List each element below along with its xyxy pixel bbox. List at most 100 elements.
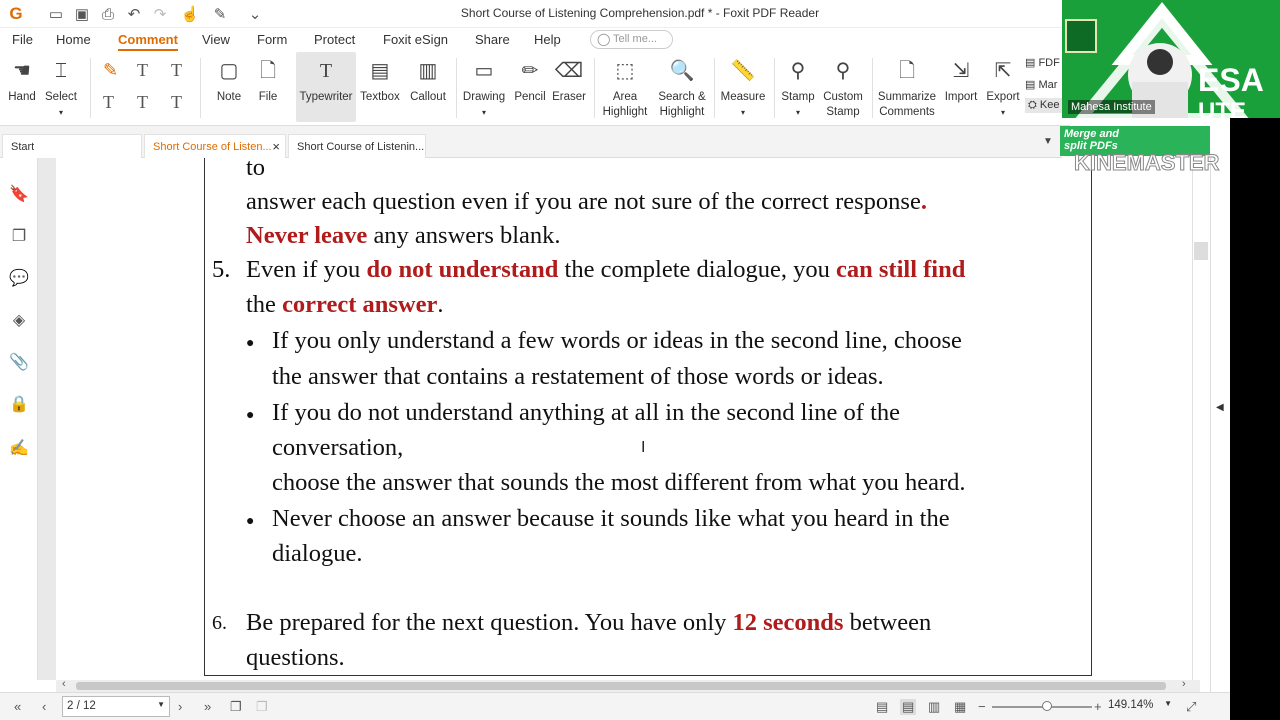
bookmark-icon[interactable]: 🔖: [9, 184, 29, 204]
menu-protect[interactable]: Protect: [314, 32, 355, 47]
close-tab-icon[interactable]: ×: [272, 139, 280, 154]
menu-comment[interactable]: Comment: [118, 32, 178, 51]
scroll-left-icon[interactable]: ‹: [62, 678, 66, 690]
ribbon-separator: [714, 58, 715, 118]
area-highlight-button[interactable]: ⬚ Area Highlight: [598, 52, 652, 122]
window-title: Short Course of Listening Comprehension.…: [460, 6, 820, 20]
navigation-panel: 🔖 ❐ 💬 ◈ 📎 🔒 ✍ ▶: [0, 158, 46, 680]
fit-page-icon[interactable]: ⤢: [1186, 699, 1196, 715]
callout-button[interactable]: ▥ Callout: [406, 52, 450, 122]
last-page-icon[interactable]: »: [204, 699, 211, 714]
next-page-icon[interactable]: ›: [178, 699, 182, 714]
search-highlight-button[interactable]: 🔍 Search & Highlight: [654, 52, 710, 122]
stamp-icon: ⚲: [790, 59, 806, 82]
replace-text-icon[interactable]: T: [137, 92, 148, 113]
note-button[interactable]: ▢ Note: [210, 52, 248, 122]
continuous-view-icon[interactable]: ▤: [900, 699, 917, 715]
doc-line: Even if you do not understand the comple…: [246, 256, 966, 283]
continuous-facing-view-icon[interactable]: ▦: [954, 699, 966, 715]
bullet-icon: ●: [246, 512, 255, 528]
markup-menu-item[interactable]: ▤ Mar: [1025, 78, 1057, 91]
zoom-level-dropdown[interactable]: 149.14% ▼: [1104, 696, 1180, 717]
copy-page-icon[interactable]: ❐: [230, 699, 242, 715]
single-page-view-icon[interactable]: ▤: [876, 699, 888, 715]
fdf-menu-item[interactable]: ▤ FDF: [1025, 56, 1060, 69]
tell-me-search[interactable]: ◯ Tell me...: [590, 30, 673, 49]
ribbon-separator: [594, 58, 595, 118]
redo-icon[interactable]: ↷: [150, 4, 170, 24]
keep-tool-selected-item[interactable]: ⛭ Kee: [1025, 98, 1063, 113]
open-folder-icon[interactable]: ▭: [46, 4, 66, 24]
file-icon: 🗋: [259, 59, 277, 82]
eraser-button[interactable]: ⌫ Eraser: [550, 52, 588, 122]
pen-quick-icon[interactable]: ✎: [210, 4, 230, 24]
collapse-right-panel-icon[interactable]: ◀: [1216, 402, 1224, 413]
measure-button[interactable]: 📏 Measure ▾: [718, 52, 768, 122]
stamp-button[interactable]: ⚲ Stamp ▾: [778, 52, 818, 122]
document-viewer[interactable]: to answer each question even if you are …: [38, 158, 1200, 680]
paste-page-icon[interactable]: ❐: [256, 699, 268, 715]
layers-icon[interactable]: ◈: [9, 310, 29, 330]
menu-foxit-esign[interactable]: Foxit eSign: [383, 32, 448, 47]
drawing-button[interactable]: ▭ Drawing ▾: [460, 52, 508, 122]
summarize-comments-button[interactable]: 🗋 Summarize Comments: [876, 52, 938, 122]
doc-line: If you do not understand anything at all…: [272, 399, 901, 426]
custom-stamp-button[interactable]: ⚲ Custom Stamp: [818, 52, 868, 122]
list-number: 5.: [212, 256, 231, 283]
attachments-icon[interactable]: 📎: [9, 352, 29, 372]
previous-page-icon[interactable]: ‹: [42, 699, 46, 714]
signature-icon[interactable]: ✍: [9, 438, 29, 458]
menu-file[interactable]: File: [12, 32, 33, 47]
page-number-input[interactable]: 2 / 12 ▼: [62, 696, 170, 717]
import-button[interactable]: ⇲ Import: [940, 52, 982, 122]
hand-tool-button[interactable]: ☚ Hand: [4, 52, 40, 122]
facing-view-icon[interactable]: ▥: [928, 699, 940, 715]
menu-share[interactable]: Share: [475, 32, 510, 47]
highlight-text-icon[interactable]: ✎: [103, 60, 118, 81]
tab-document-active[interactable]: Short Course of Listen... ×: [144, 134, 286, 158]
tab-list-dropdown-icon[interactable]: ▼: [1043, 136, 1053, 147]
scroll-right-icon[interactable]: ›: [1182, 678, 1186, 690]
pencil-button[interactable]: ✏ Pencil: [510, 52, 550, 122]
vertical-scroll-thumb[interactable]: [1194, 242, 1208, 260]
vertical-scrollbar[interactable]: [1192, 158, 1210, 680]
hand-tool-quick-icon[interactable]: ☝: [180, 4, 200, 24]
webcam-overlay: ESA UTE Mahesa Institute: [1062, 0, 1280, 118]
menu-form[interactable]: Form: [257, 32, 287, 47]
right-panel-toggle: ◀: [1210, 158, 1230, 692]
menu-home[interactable]: Home: [56, 32, 91, 47]
textbox-button[interactable]: ▤ Textbox: [358, 52, 402, 122]
security-lock-icon[interactable]: 🔒: [9, 394, 29, 414]
save-icon[interactable]: ▣: [72, 4, 92, 24]
print-icon[interactable]: ⎙: [98, 4, 118, 24]
export-button[interactable]: ⇱ Export ▾: [984, 52, 1022, 122]
underline-text-icon[interactable]: T: [137, 60, 148, 81]
doc-line: questions.: [246, 644, 345, 671]
file-attachment-button[interactable]: 🗋 File: [250, 52, 286, 122]
first-page-icon[interactable]: «: [14, 699, 21, 714]
typewriter-button[interactable]: T Typewriter: [296, 52, 356, 122]
comments-icon[interactable]: 💬: [9, 268, 29, 288]
menu-view[interactable]: View: [202, 32, 230, 47]
undo-icon[interactable]: ↶: [124, 4, 144, 24]
bullet-icon: ●: [246, 406, 255, 422]
zoom-in-icon[interactable]: +: [1094, 699, 1102, 714]
select-tool-button[interactable]: ⌶ Select ▾: [42, 52, 80, 122]
zoom-out-icon[interactable]: −: [978, 699, 986, 714]
textbox-icon: ▤: [370, 59, 390, 82]
import-icon: ⇲: [952, 59, 970, 82]
hand-icon: ☚: [13, 59, 31, 82]
customize-quick-access-icon[interactable]: ⌄: [245, 4, 265, 24]
tab-start[interactable]: Start: [2, 134, 142, 158]
insert-text-icon[interactable]: T: [171, 92, 182, 113]
menu-bar: File Home Comment View Form Protect Foxi…: [0, 28, 1070, 52]
horizontal-scroll-thumb[interactable]: [76, 682, 1166, 690]
zoom-slider-handle[interactable]: [1042, 701, 1052, 711]
doc-line: If you only understand a few words or id…: [272, 327, 962, 354]
strikeout-text-icon[interactable]: T: [171, 60, 182, 81]
squiggly-text-icon[interactable]: T: [103, 92, 114, 113]
pages-icon[interactable]: ❐: [9, 226, 29, 246]
menu-help[interactable]: Help: [534, 32, 561, 47]
list-number: 6.: [212, 612, 227, 634]
tab-document[interactable]: Short Course of Listenin...: [288, 134, 426, 158]
